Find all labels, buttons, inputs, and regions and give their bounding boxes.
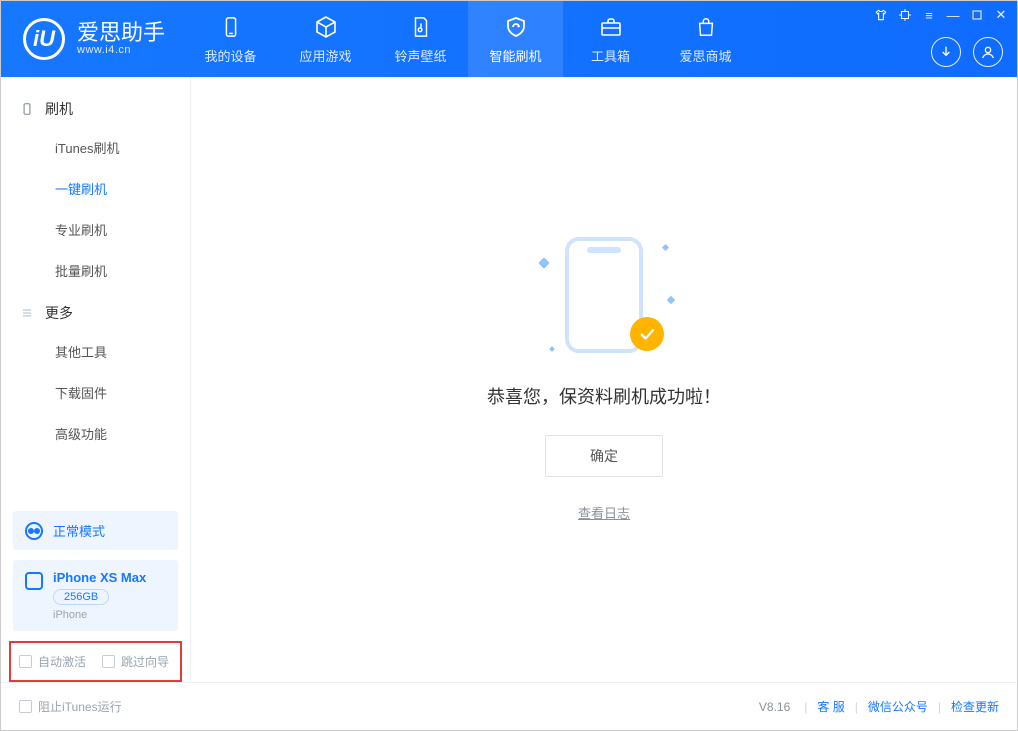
mode-icon [25, 522, 43, 540]
briefcase-icon [598, 14, 624, 40]
top-nav: 我的设备 应用游戏 铃声壁纸 智能刷机 工具箱 爱思商城 [183, 1, 753, 77]
user-button[interactable] [973, 37, 1003, 67]
link-update[interactable]: 检查更新 [951, 698, 999, 715]
locate-icon[interactable] [897, 7, 913, 23]
nav-label: 我的设备 [205, 46, 257, 65]
sidebar-item-batch[interactable]: 批量刷机 [1, 250, 190, 291]
success-illustration [534, 237, 674, 357]
refresh-shield-icon [503, 14, 529, 40]
top-right-actions [931, 37, 1003, 67]
maximize-icon[interactable] [969, 7, 985, 23]
nav-rings[interactable]: 铃声壁纸 [373, 1, 468, 77]
sparkle-icon [538, 257, 549, 268]
nav-flash[interactable]: 智能刷机 [468, 1, 563, 77]
music-file-icon [408, 14, 434, 40]
link-support[interactable]: 客 服 [817, 698, 844, 715]
checkbox-icon [102, 655, 115, 668]
sidebar-item-pro[interactable]: 专业刷机 [1, 209, 190, 250]
checkbox-skip-guide[interactable]: 跳过向导 [102, 653, 169, 670]
checkbox-block-itunes[interactable]: 阻止iTunes运行 [19, 698, 122, 715]
success-message: 恭喜您，保资料刷机成功啦！ [487, 383, 721, 409]
nav-store[interactable]: 爱思商城 [658, 1, 753, 77]
device-capacity: 256GB [53, 589, 109, 605]
sidebar-item-other[interactable]: 其他工具 [1, 331, 190, 372]
brand-name: 爱思助手 [77, 22, 165, 44]
cube-icon [313, 14, 339, 40]
nav-label: 铃声壁纸 [395, 46, 447, 65]
nav-label: 智能刷机 [490, 46, 542, 65]
nav-my-device[interactable]: 我的设备 [183, 1, 278, 77]
device-row[interactable]: iPhone XS Max 256GB iPhone [13, 560, 178, 631]
status-bar: 阻止iTunes运行 V8.16 | 客 服 | 微信公众号 | 检查更新 [1, 682, 1017, 730]
mode-indicator[interactable]: 正常模式 [13, 511, 178, 550]
brand-logo-icon: iU [23, 18, 65, 60]
check-badge-icon [630, 317, 664, 351]
brand: iU 爱思助手 www.i4.cn [1, 1, 183, 77]
version-label: V8.16 [759, 700, 790, 714]
nav-label: 工具箱 [591, 46, 630, 65]
nav-label: 爱思商城 [680, 46, 732, 65]
sidebar-item-oneclick[interactable]: 一键刷机 [1, 168, 190, 209]
link-wechat[interactable]: 微信公众号 [868, 698, 928, 715]
sidebar-item-advanced[interactable]: 高级功能 [1, 413, 190, 454]
device-name: iPhone XS Max [53, 570, 146, 585]
download-button[interactable] [931, 37, 961, 67]
list-icon [19, 305, 35, 321]
checkbox-icon [19, 700, 32, 713]
nav-apps[interactable]: 应用游戏 [278, 1, 373, 77]
checkbox-label: 自动激活 [38, 653, 86, 670]
highlight-options: 自动激活 跳过向导 [9, 641, 182, 682]
device-panel: 正常模式 iPhone XS Max 256GB iPhone [13, 511, 178, 631]
phone-small-icon [25, 572, 43, 590]
device-icon [19, 101, 35, 117]
sparkle-icon [549, 346, 555, 352]
sidebar-group-title: 刷机 [45, 99, 73, 119]
sidebar-item-firmware[interactable]: 下载固件 [1, 372, 190, 413]
title-bar: iU 爱思助手 www.i4.cn 我的设备 应用游戏 铃声壁纸 智能刷机 工具… [1, 1, 1017, 77]
sparkle-icon [662, 244, 669, 251]
sparkle-icon [667, 296, 675, 304]
sidebar-group-more: 更多 [1, 291, 190, 331]
checkbox-auto-activate[interactable]: 自动激活 [19, 653, 86, 670]
checkbox-label: 跳过向导 [121, 653, 169, 670]
sidebar-group-flash: 刷机 [1, 87, 190, 127]
main-content: 恭喜您，保资料刷机成功啦！ 确定 查看日志 [191, 77, 1017, 682]
bag-icon [693, 14, 719, 40]
menu-icon[interactable]: ≡ [921, 7, 937, 23]
mode-label: 正常模式 [53, 521, 105, 540]
view-log-link[interactable]: 查看日志 [578, 503, 630, 522]
sidebar-group-title: 更多 [45, 303, 73, 323]
sidebar: 刷机 iTunes刷机 一键刷机 专业刷机 批量刷机 更多 其他工具 下载固件 … [1, 77, 191, 682]
device-subtitle: iPhone [53, 609, 146, 621]
close-icon[interactable]: ✕ [993, 7, 1009, 23]
window-controls: ≡ — ✕ [873, 7, 1009, 23]
confirm-button[interactable]: 确定 [545, 435, 663, 477]
sidebar-item-itunes[interactable]: iTunes刷机 [1, 127, 190, 168]
brand-url: www.i4.cn [77, 44, 165, 56]
minimize-icon[interactable]: — [945, 7, 961, 23]
shirt-icon[interactable] [873, 7, 889, 23]
checkbox-label: 阻止iTunes运行 [38, 698, 122, 715]
nav-toolbox[interactable]: 工具箱 [563, 1, 658, 77]
checkbox-icon [19, 655, 32, 668]
nav-label: 应用游戏 [300, 46, 352, 65]
phone-icon [218, 14, 244, 40]
